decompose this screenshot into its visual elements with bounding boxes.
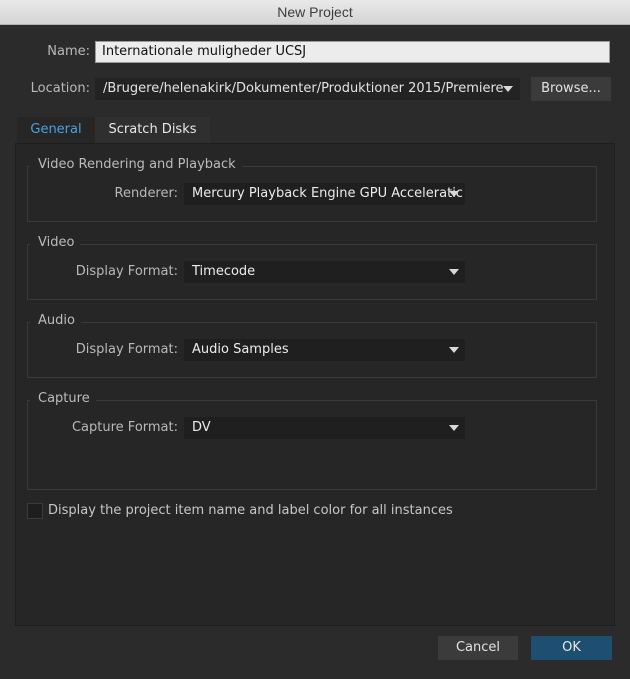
cancel-button[interactable]: Cancel <box>438 636 518 660</box>
group-title-audio: Audio <box>30 313 81 328</box>
audio-display-format-label: Display Format: <box>75 342 178 357</box>
chevron-down-icon[interactable] <box>449 425 459 431</box>
tab-general[interactable]: General <box>17 117 95 143</box>
display-label-color-checkbox[interactable] <box>27 503 43 519</box>
capture-format-value: DV <box>192 420 211 435</box>
renderer-select[interactable]: Mercury Playback Engine GPU Acceleratic <box>184 183 465 205</box>
location-dropdown[interactable]: /Brugere/helenakirk/Dokumenter/Produktio… <box>95 78 520 100</box>
chevron-down-icon[interactable] <box>449 347 459 353</box>
chevron-down-icon[interactable] <box>449 269 459 275</box>
location-value: /Brugere/helenakirk/Dokumenter/Produktio… <box>103 81 504 96</box>
group-title-video-rendering: Video Rendering and Playback <box>30 157 242 172</box>
audio-display-format-select[interactable]: Audio Samples <box>184 339 465 361</box>
renderer-value: Mercury Playback Engine GPU Acceleratic <box>192 186 463 201</box>
project-name-input[interactable]: Internationale muligheder UCSJ <box>95 41 610 63</box>
group-title-capture: Capture <box>30 391 96 406</box>
chevron-down-icon[interactable] <box>503 86 513 92</box>
audio-display-format-value: Audio Samples <box>192 342 289 357</box>
capture-format-label: Capture Format: <box>71 420 178 435</box>
tab-scratch-disks[interactable]: Scratch Disks <box>95 117 210 143</box>
group-capture <box>27 400 597 490</box>
video-display-format-label: Display Format: <box>75 264 178 279</box>
display-label-color-label: Display the project item name and label … <box>48 503 453 518</box>
video-display-format-value: Timecode <box>192 264 256 279</box>
group-title-video: Video <box>30 235 81 250</box>
window-title: New Project <box>0 0 630 25</box>
renderer-label: Renderer: <box>114 186 179 201</box>
browse-button[interactable]: Browse... <box>531 77 611 101</box>
ok-button[interactable]: OK <box>531 636 612 660</box>
name-label: Name: <box>47 44 90 59</box>
video-display-format-select[interactable]: Timecode <box>184 261 465 283</box>
capture-format-select[interactable]: DV <box>184 417 465 439</box>
location-label: Location: <box>30 81 90 96</box>
chevron-down-icon[interactable] <box>449 191 459 197</box>
